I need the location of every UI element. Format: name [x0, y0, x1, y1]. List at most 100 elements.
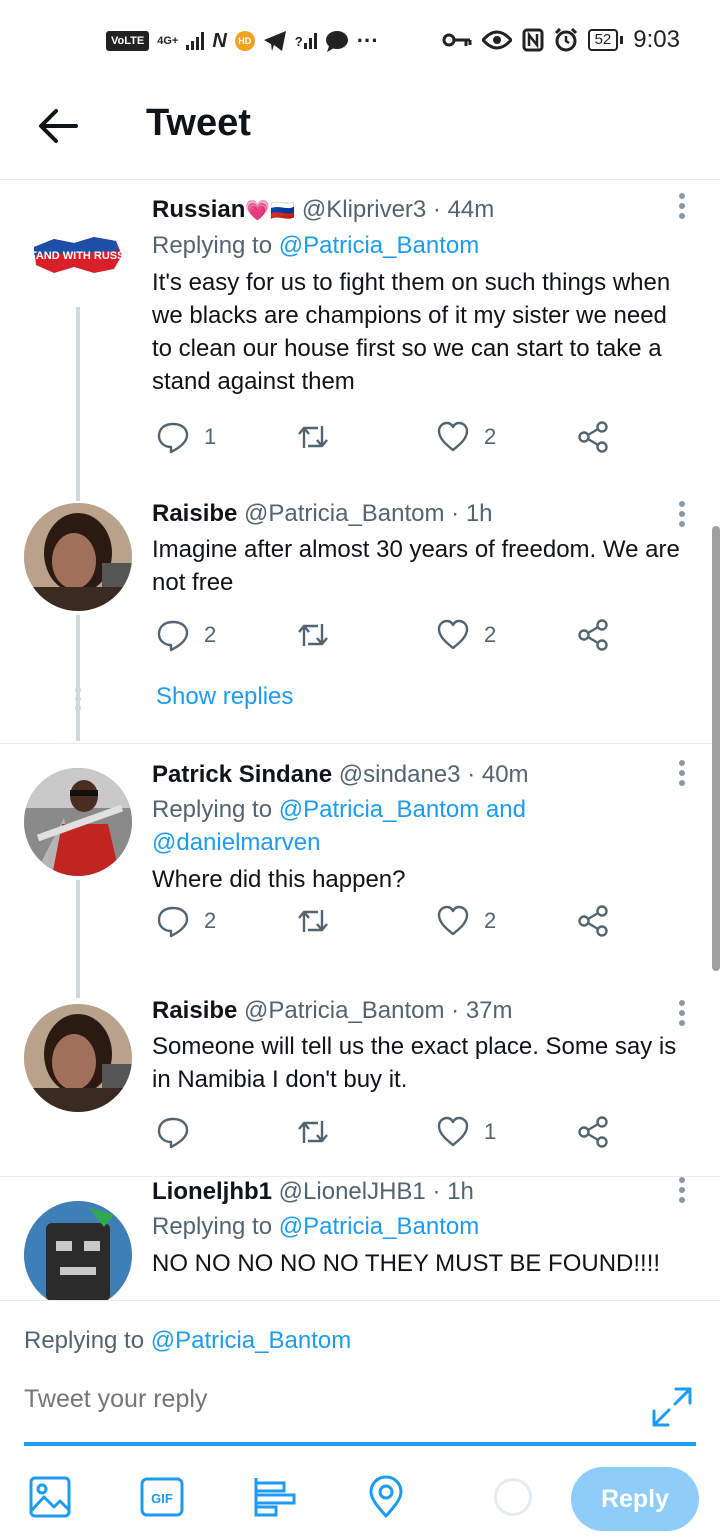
- nfc-icon: [522, 28, 544, 52]
- more-vertical-icon[interactable]: [678, 1000, 686, 1030]
- like-icon: [437, 421, 469, 452]
- share-icon: [578, 619, 608, 651]
- name-emoji: 💗🇷🇺: [245, 200, 296, 222]
- eye-icon: [481, 30, 512, 50]
- reply-icon: [157, 906, 189, 938]
- scrollbar[interactable]: [712, 526, 720, 971]
- composer-replying-to: Replying to @Patricia_Bantom: [24, 1327, 352, 1354]
- more-vertical-icon[interactable]: [678, 1177, 686, 1207]
- retweet-action[interactable]: [296, 1115, 344, 1149]
- tweet-header: Patrick Sindane @sindane3 · 40m: [152, 760, 690, 790]
- author-handle-time: @sindane3 · 40m: [338, 761, 529, 788]
- russia-map-avatar-image: I STAND WITH RUSSIA: [24, 237, 128, 273]
- tweet-card[interactable]: Raisibe @Patricia_Bantom · 1h Imagine af…: [0, 499, 720, 741]
- tweet-card[interactable]: Lioneljhb1 @LionelJHB1 · 1h Replying to …: [0, 1177, 720, 1301]
- like-count: 1: [484, 1119, 497, 1144]
- retweet-action[interactable]: [296, 618, 344, 652]
- author-name[interactable]: Lioneljhb1: [152, 1178, 272, 1205]
- thread-line: [76, 615, 80, 741]
- like-action[interactable]: 2: [436, 420, 496, 454]
- thread-continuation-dots: [74, 687, 82, 714]
- mention-link[interactable]: @Patricia_Bantom: [279, 232, 479, 259]
- chat-bubble-icon: [325, 31, 348, 52]
- share-action[interactable]: [576, 904, 610, 938]
- tweet-card[interactable]: Patrick Sindane @sindane3 · 40m Replying…: [0, 744, 720, 998]
- author-handle-time: @LionelJHB1 · 1h: [278, 1178, 474, 1205]
- more-vertical-icon[interactable]: [678, 760, 686, 790]
- tweet-card[interactable]: I STAND WITH RUSSIA Russian💗🇷🇺 @Kliprive…: [0, 181, 720, 501]
- back-arrow-icon[interactable]: [36, 104, 80, 148]
- author-name[interactable]: Raisibe: [152, 997, 237, 1024]
- tweet-content: Patrick Sindane @sindane3 · 40m Replying…: [152, 760, 690, 896]
- avatar[interactable]: I STAND WITH RUSSIA: [24, 203, 128, 303]
- expand-icon[interactable]: [650, 1385, 694, 1429]
- reply-action[interactable]: 1: [156, 420, 216, 454]
- more-notifications-icon: ···: [356, 28, 379, 53]
- author-name[interactable]: Russian: [152, 196, 245, 223]
- show-replies-link[interactable]: Show replies: [156, 683, 293, 711]
- share-action[interactable]: [576, 420, 610, 454]
- tweet-header: Russian💗🇷🇺 @Klipriver3 · 44m: [152, 195, 690, 226]
- retweet-icon: [298, 426, 328, 448]
- avatar[interactable]: [24, 1004, 132, 1112]
- gif-icon[interactable]: GIF: [140, 1475, 184, 1519]
- share-action[interactable]: [576, 1115, 610, 1149]
- avatar-photo: [24, 768, 132, 876]
- avatar[interactable]: [24, 768, 132, 876]
- signal-icon: [186, 32, 205, 50]
- share-icon: [578, 905, 608, 937]
- tweet-content: Lioneljhb1 @LionelJHB1 · 1h Replying to …: [152, 1177, 690, 1280]
- reply-button[interactable]: Reply: [571, 1467, 699, 1531]
- like-icon: [437, 1116, 469, 1147]
- location-icon[interactable]: [364, 1475, 408, 1519]
- battery-icon: 52: [587, 29, 624, 51]
- like-count: 2: [484, 908, 497, 933]
- composer-toolbar: GIF Reply: [0, 1465, 720, 1535]
- avatar[interactable]: [24, 1201, 132, 1301]
- status-left-icons: VoLTE 4G+ N HD ? ···: [106, 28, 379, 54]
- like-action[interactable]: 1: [436, 1115, 496, 1149]
- tweet-text: It's easy for us to fight them on such t…: [152, 269, 671, 395]
- top-app-bar: Tweet: [0, 80, 720, 180]
- reply-feed[interactable]: I STAND WITH RUSSIA Russian💗🇷🇺 @Kliprive…: [0, 181, 720, 1301]
- reply-action[interactable]: [156, 1115, 204, 1149]
- volte-icon: VoLTE: [106, 31, 150, 51]
- author-handle-time: @Patricia_Bantom · 1h: [244, 500, 493, 527]
- tweet-header: Raisibe @Patricia_Bantom · 1h: [152, 499, 690, 529]
- like-action[interactable]: 2: [436, 618, 496, 652]
- tweet-content: Russian💗🇷🇺 @Klipriver3 · 44m Replying to…: [152, 195, 690, 398]
- poll-icon[interactable]: [252, 1475, 296, 1519]
- status-right-icons: 52 9:03: [442, 26, 680, 54]
- like-action[interactable]: 2: [436, 904, 496, 938]
- reply-input[interactable]: [24, 1385, 624, 1414]
- share-action[interactable]: [576, 618, 610, 652]
- mention-link[interactable]: @Patricia_Bantom: [279, 1213, 479, 1240]
- image-icon[interactable]: [28, 1475, 72, 1519]
- tweet-actions: 1 2: [152, 420, 632, 460]
- reply-action[interactable]: 2: [156, 904, 216, 938]
- reply-icon: [157, 620, 189, 652]
- more-vertical-icon[interactable]: [678, 501, 686, 531]
- replying-to: Replying to @Patricia_Bantom and @daniel…: [152, 796, 526, 856]
- author-name[interactable]: Raisibe: [152, 500, 237, 527]
- retweet-action[interactable]: [296, 904, 344, 938]
- retweet-icon: [298, 624, 328, 646]
- status-bar: VoLTE 4G+ N HD ? ··· 52 9:03: [0, 0, 720, 80]
- avatar[interactable]: [24, 503, 132, 611]
- tweet-actions: 1: [152, 1115, 632, 1155]
- author-name[interactable]: Patrick Sindane: [152, 761, 332, 788]
- retweet-action[interactable]: [296, 420, 344, 454]
- tweet-card[interactable]: Raisibe @Patricia_Bantom · 37m Someone w…: [0, 997, 720, 1176]
- tweet-content: Raisibe @Patricia_Bantom · 1h Imagine af…: [152, 499, 690, 599]
- reply-count: 2: [204, 908, 217, 933]
- tweet-text: Imagine after almost 30 years of freedom…: [152, 536, 680, 596]
- reply-icon: [157, 1117, 189, 1149]
- mention-link[interactable]: @Patricia_Bantom: [151, 1327, 351, 1354]
- like-count: 2: [484, 424, 497, 449]
- author-handle-time: @Patricia_Bantom · 37m: [244, 997, 513, 1024]
- network-type: 4G+: [157, 34, 179, 47]
- more-vertical-icon[interactable]: [678, 193, 686, 223]
- share-icon: [578, 1116, 608, 1148]
- tweet-header: Lioneljhb1 @LionelJHB1 · 1h: [152, 1177, 690, 1207]
- reply-action[interactable]: 2: [156, 618, 216, 652]
